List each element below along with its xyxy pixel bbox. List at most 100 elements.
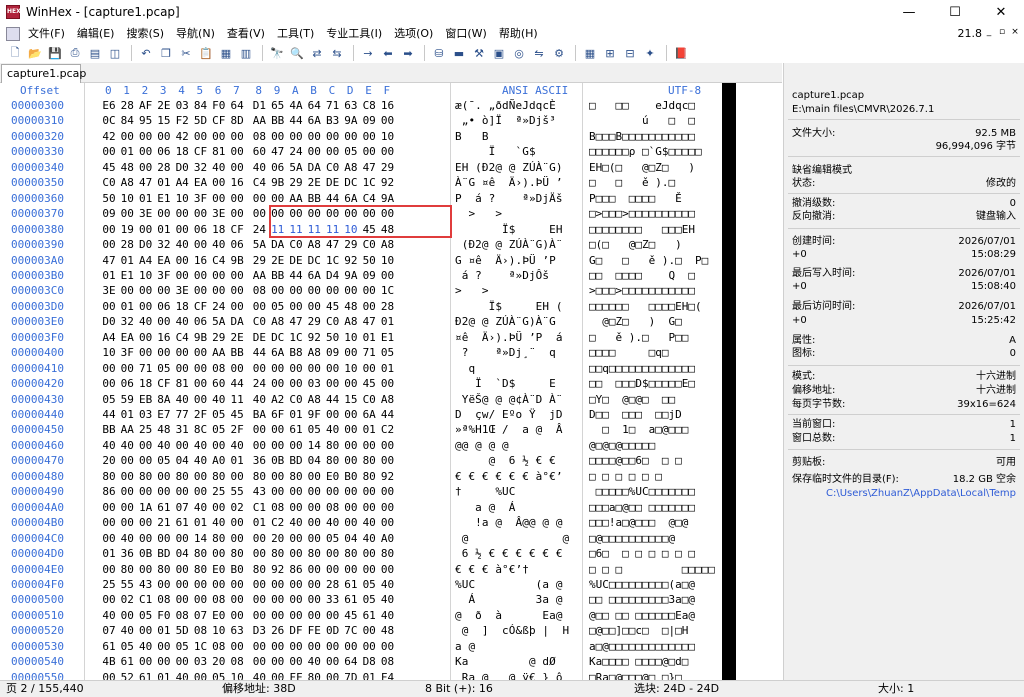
hex-byte[interactable]: 2E — [228, 330, 246, 345]
hex-byte[interactable]: 9A — [342, 113, 360, 128]
hex-byte[interactable]: 00 — [324, 283, 342, 298]
hex-byte[interactable]: 00 — [100, 237, 118, 252]
hex-row[interactable]: 000003F0 A4 EA 00 16 C4 9B 29 2E DE DC 1C 92 50 10 01 E1… — [0, 330, 782, 346]
hex-byte[interactable]: 00 — [269, 592, 287, 607]
hex-byte[interactable]: 00 — [305, 361, 323, 376]
hex-byte[interactable]: 60 — [250, 144, 268, 159]
hex-byte[interactable]: 00 — [137, 438, 155, 453]
hex-byte[interactable]: 00 — [305, 515, 323, 530]
hex-byte[interactable]: 40 — [173, 314, 191, 329]
hex-byte[interactable]: 00 — [324, 639, 342, 654]
hex-row[interactable]: 00000540 4B 61 00 00 00 03 20 08 00 00 00 40 00 64 D8 08… — [0, 654, 782, 670]
hex-byte[interactable]: 80 — [342, 546, 360, 561]
hex-byte[interactable]: 05 — [342, 144, 360, 159]
hex-byte[interactable]: 00 — [305, 500, 323, 515]
hex-byte[interactable]: 44 — [379, 407, 397, 422]
hex-byte[interactable]: C0 — [100, 175, 118, 190]
hex-byte[interactable]: 71 — [360, 345, 378, 360]
menu-window[interactable]: 窗口(W) — [439, 24, 492, 43]
hex-byte[interactable]: 00 — [155, 577, 173, 592]
hex-byte[interactable]: 01 — [100, 546, 118, 561]
hex-byte[interactable]: B0 — [342, 469, 360, 484]
hex-byte[interactable]: 00 — [287, 546, 305, 561]
hex-byte[interactable]: 48 — [342, 299, 360, 314]
charset-icon[interactable]: ⊞ — [601, 44, 619, 62]
hex-byte[interactable]: 05 — [360, 577, 378, 592]
hex-byte[interactable]: 01 — [155, 175, 173, 190]
hex-byte[interactable]: 08 — [228, 654, 246, 669]
hex-byte[interactable]: 11 — [228, 392, 246, 407]
hex-byte[interactable]: 29 — [379, 160, 397, 175]
hex-byte[interactable]: 00 — [342, 129, 360, 144]
document-icon[interactable] — [6, 26, 20, 41]
hex-byte[interactable]: 28 — [155, 160, 173, 175]
hex-byte[interactable]: 00 — [250, 654, 268, 669]
hex-row[interactable]: 00000420 00 06 18 CF 81 00 60 44 24 00 00 03 00 00 45 00… — [0, 376, 782, 392]
hex-byte[interactable]: 00 — [173, 268, 191, 283]
hex-byte[interactable]: A0 — [210, 453, 228, 468]
hex-byte[interactable]: 06 — [155, 144, 173, 159]
hex-byte[interactable]: 40 — [210, 160, 228, 175]
replace-icon[interactable]: ⇄ — [308, 44, 326, 62]
hex-byte[interactable]: 40 — [210, 392, 228, 407]
hex-row[interactable]: 00000470 20 00 00 05 04 40 A0 01 36 0B BD 04 80 00 80 00… — [0, 453, 782, 469]
hex-byte[interactable]: 08 — [250, 129, 268, 144]
hex-byte[interactable]: 61 — [360, 608, 378, 623]
hex-row[interactable]: 000004A0 00 00 1A 61 07 40 00 02 C1 08 00 00 08 00 00 00… — [0, 500, 782, 516]
hex-byte[interactable]: 29 — [305, 314, 323, 329]
hex-byte[interactable]: 00 — [379, 500, 397, 515]
menu-file[interactable]: 文件(F) — [22, 24, 71, 43]
hex-byte[interactable]: 00 — [173, 531, 191, 546]
tools-icon[interactable]: ⚒ — [470, 44, 488, 62]
hex-byte[interactable]: 5D — [192, 113, 210, 128]
menu-view[interactable]: 查看(V) — [221, 24, 271, 43]
hex-byte[interactable]: 29 — [250, 253, 268, 268]
hex-byte[interactable]: 20 — [269, 531, 287, 546]
hex-byte[interactable]: 6A — [269, 345, 287, 360]
hex-byte[interactable]: 00 — [342, 515, 360, 530]
hex-byte[interactable]: 08 — [250, 283, 268, 298]
hex-row[interactable]: 00000320 42 00 00 00 42 00 00 00 08 00 00 00 00 00 00 10… — [0, 129, 782, 145]
hex-byte[interactable]: 04 — [305, 453, 323, 468]
hex-byte[interactable]: 29 — [210, 330, 228, 345]
hex-byte[interactable]: 15 — [342, 392, 360, 407]
hex-byte[interactable]: 01 — [360, 422, 378, 437]
hex-byte[interactable]: 00 — [100, 670, 118, 680]
hex-byte[interactable]: 10 — [342, 330, 360, 345]
hex-byte[interactable]: 1C — [360, 175, 378, 190]
hex-byte[interactable]: 40 — [192, 438, 210, 453]
hex-byte[interactable]: 01 — [360, 330, 378, 345]
hex-byte[interactable]: 92 — [269, 562, 287, 577]
hex-byte[interactable]: 55 — [118, 577, 136, 592]
menu-search[interactable]: 搜索(S) — [120, 24, 170, 43]
hex-byte[interactable]: 00 — [269, 608, 287, 623]
hex-row[interactable]: 000004B0 00 00 00 21 61 01 40 00 01 C2 40 00 40 00 40 00… — [0, 515, 782, 531]
hex-byte[interactable]: 00 — [118, 206, 136, 221]
hex-byte[interactable]: 00 — [228, 299, 246, 314]
hex-byte[interactable]: 2E — [269, 253, 287, 268]
hex-byte[interactable]: 28 — [324, 577, 342, 592]
hex-byte[interactable]: EA — [118, 330, 136, 345]
hex-byte[interactable]: 00 — [250, 531, 268, 546]
hex-byte[interactable]: 61 — [118, 654, 136, 669]
hex-byte[interactable]: 10 — [210, 623, 228, 638]
compare-icon[interactable]: ⇋ — [530, 44, 548, 62]
hex-byte[interactable]: 00 — [210, 546, 228, 561]
hex-byte[interactable]: 40 — [192, 453, 210, 468]
hex-byte[interactable]: 00 — [118, 515, 136, 530]
hex-byte[interactable]: C8 — [360, 98, 378, 113]
hex-byte[interactable]: 80 — [210, 469, 228, 484]
hex-editor[interactable]: Offset ANSI ASCII UTF-8 0123456789ABCDEF… — [0, 83, 782, 680]
tab-capture1[interactable]: capture1.pcap — [1, 64, 86, 83]
help-book-icon[interactable]: 📕 — [672, 44, 690, 62]
hex-byte[interactable]: 4A — [287, 98, 305, 113]
hex-byte[interactable]: 44 — [250, 345, 268, 360]
hex-byte[interactable]: 92 — [379, 175, 397, 190]
hex-byte[interactable]: 16 — [228, 175, 246, 190]
hex-byte[interactable]: DA — [228, 314, 246, 329]
hex-byte[interactable]: 18 — [173, 144, 191, 159]
hex-byte[interactable]: 00 — [250, 639, 268, 654]
hex-byte[interactable]: DC — [342, 175, 360, 190]
hex-byte[interactable]: 00 — [173, 345, 191, 360]
new-file-icon[interactable]: 🗋 — [6, 44, 24, 62]
